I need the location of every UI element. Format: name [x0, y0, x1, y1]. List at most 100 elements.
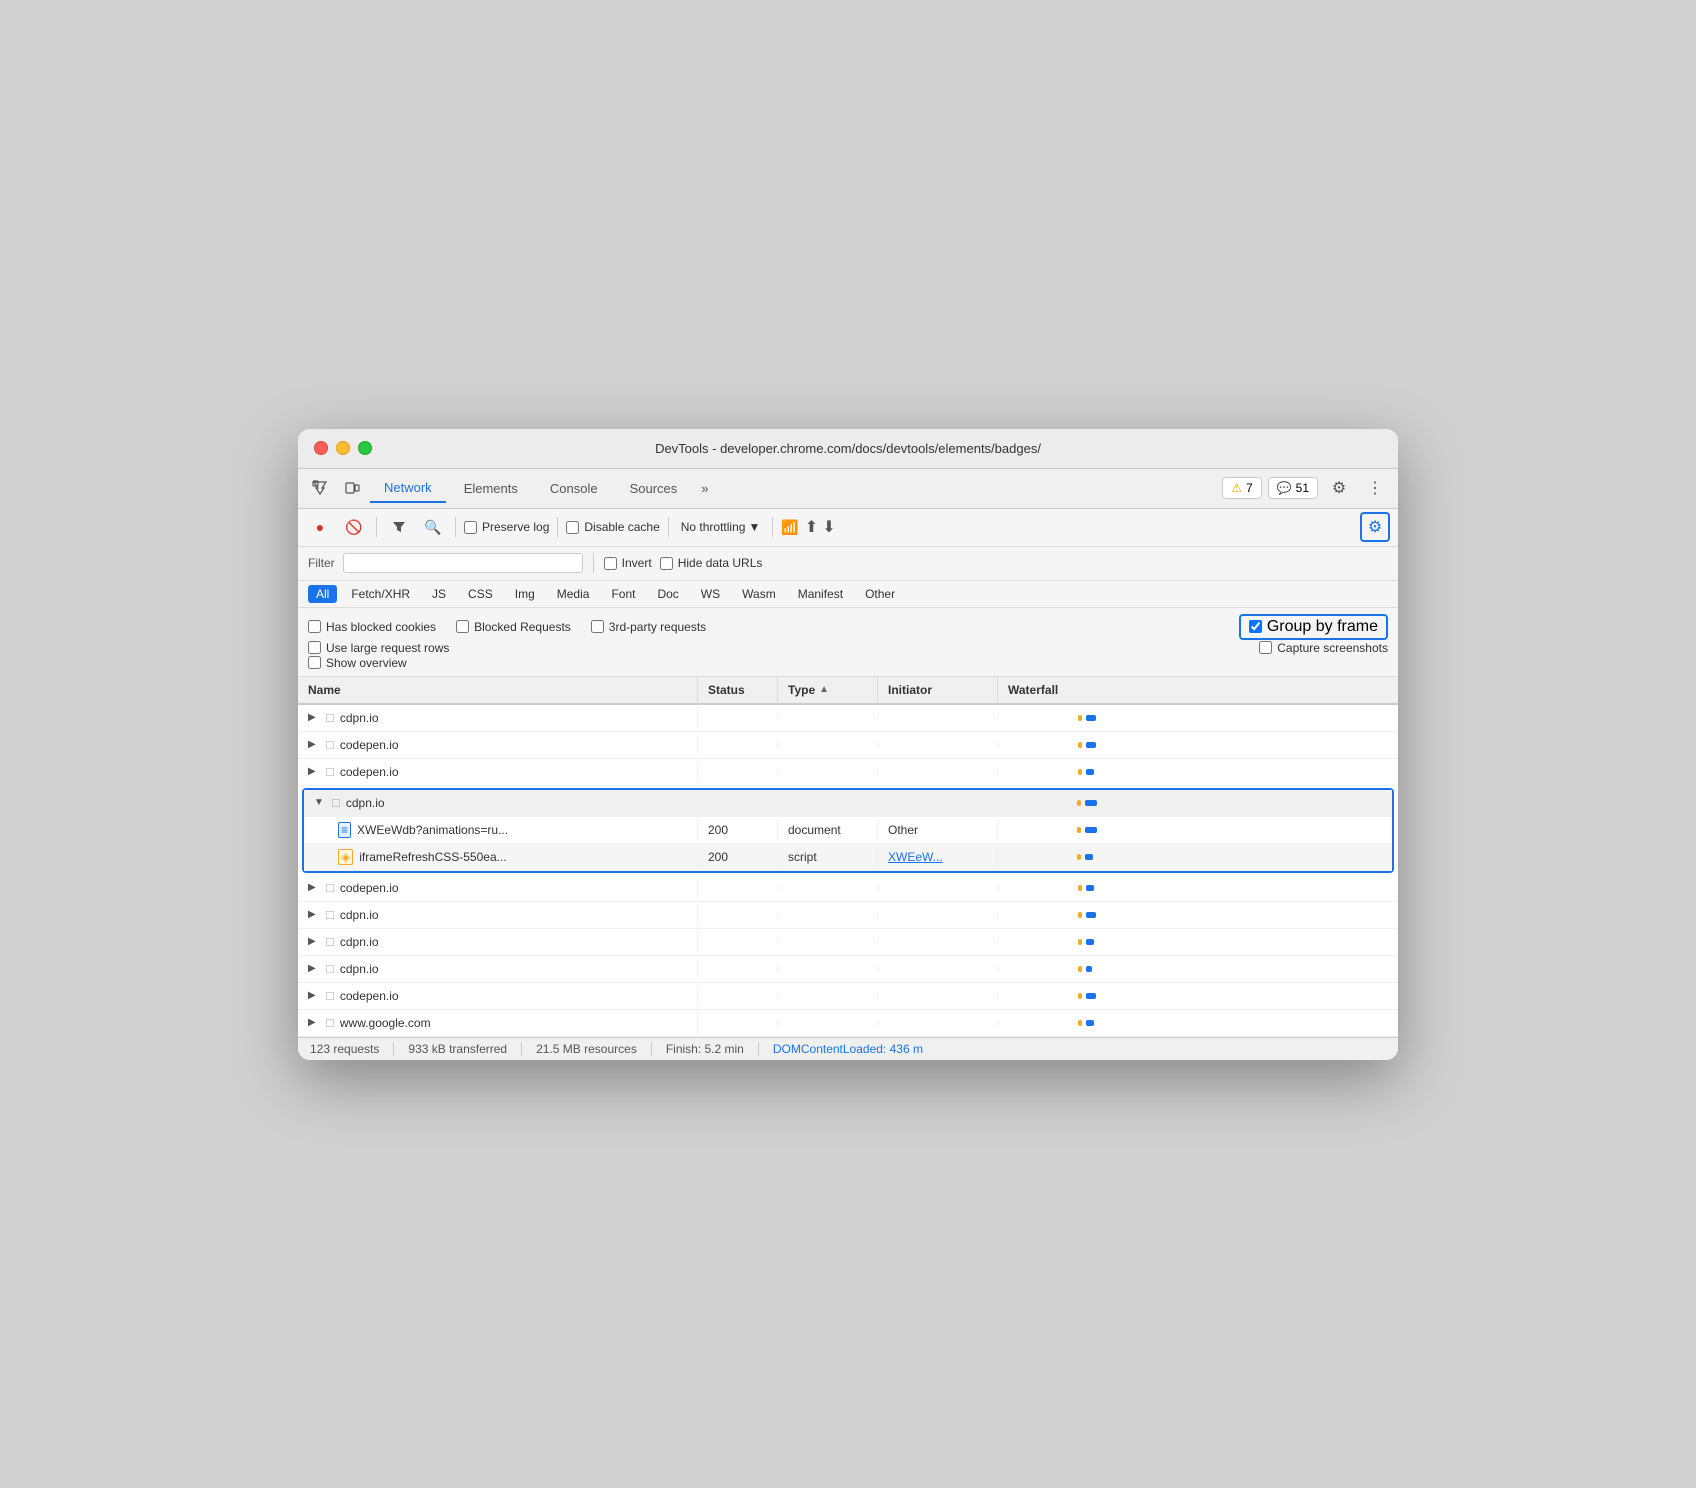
tab-network[interactable]: Network — [370, 474, 446, 503]
network-toolbar: ● 🚫 🔍 Preserve log Disable cache No thro… — [298, 509, 1398, 547]
expand-icon[interactable]: ▶ — [308, 936, 320, 947]
disable-cache-label[interactable]: Disable cache — [566, 520, 659, 534]
filter-type-other[interactable]: Other — [857, 585, 903, 603]
throttle-arrow: ▼ — [748, 520, 760, 534]
blocked-requests-checkbox[interactable] — [456, 620, 469, 633]
cell-type: document — [778, 820, 878, 840]
table-row[interactable]: ▶ □ codepen.io — [298, 759, 1398, 786]
options-right-2: Capture screenshots — [1259, 641, 1388, 655]
warning-badge[interactable]: ⚠ 7 — [1222, 477, 1261, 499]
filter-type-wasm[interactable]: Wasm — [734, 585, 784, 603]
blocked-requests-text: Blocked Requests — [474, 620, 571, 634]
table-row[interactable]: ▶ □ www.google.com — [298, 1010, 1398, 1037]
expand-icon[interactable]: ▶ — [308, 766, 320, 777]
throttle-select[interactable]: No throttling ▼ — [677, 518, 765, 536]
capture-screenshots-label[interactable]: Capture screenshots — [1259, 641, 1388, 655]
tab-elements[interactable]: Elements — [450, 475, 532, 502]
expand-icon[interactable]: ▶ — [308, 882, 320, 893]
expand-icon[interactable]: ▶ — [308, 1017, 320, 1028]
tabs-right: ⚠ 7 💬 51 ⚙ ⋮ — [1222, 473, 1390, 503]
header-waterfall[interactable]: Waterfall — [998, 677, 1398, 703]
hide-data-urls-checkbox[interactable] — [660, 557, 673, 570]
has-blocked-cookies-label[interactable]: Has blocked cookies — [308, 620, 436, 634]
third-party-label[interactable]: 3rd-party requests — [591, 620, 706, 634]
device-toolbar-icon[interactable] — [338, 474, 366, 502]
hide-data-urls-label[interactable]: Hide data URLs — [660, 556, 763, 570]
filter-type-font[interactable]: Font — [603, 585, 643, 603]
expand-icon[interactable]: ▶ — [308, 990, 320, 1001]
filter-icon[interactable] — [385, 513, 413, 541]
table-row[interactable]: ▶ □ cdpn.io — [298, 929, 1398, 956]
record-button[interactable]: ● — [306, 513, 334, 541]
has-blocked-cookies-text: Has blocked cookies — [326, 620, 436, 634]
use-large-rows-checkbox[interactable] — [308, 641, 321, 654]
filter-sep — [593, 553, 594, 573]
clear-button[interactable]: 🚫 — [340, 513, 368, 541]
blocked-requests-label[interactable]: Blocked Requests — [456, 620, 571, 634]
has-blocked-cookies-checkbox[interactable] — [308, 620, 321, 633]
close-button[interactable] — [314, 441, 328, 455]
table-row[interactable]: ◈ iframeRefreshCSS-550ea... 200 script X… — [304, 844, 1392, 871]
filter-type-manifest[interactable]: Manifest — [790, 585, 851, 603]
filter-type-all[interactable]: All — [308, 585, 337, 603]
separator — [376, 517, 377, 537]
capture-screenshots-text: Capture screenshots — [1277, 641, 1388, 655]
filter-type-media[interactable]: Media — [549, 585, 598, 603]
expand-icon[interactable]: ▶ — [308, 739, 320, 750]
throttle-label: No throttling — [681, 520, 746, 534]
filter-type-css[interactable]: CSS — [460, 585, 501, 603]
message-badge[interactable]: 💬 51 — [1268, 477, 1318, 499]
show-overview-checkbox[interactable] — [308, 656, 321, 669]
cell-name: ▶ □ www.google.com — [298, 1012, 698, 1033]
table-row[interactable]: ▶ □ cdpn.io — [298, 956, 1398, 983]
filter-input[interactable] — [343, 553, 583, 573]
network-settings-button[interactable]: ⚙ — [1360, 512, 1390, 542]
header-type[interactable]: Type ▲ — [778, 677, 878, 703]
expand-icon[interactable]: ▶ — [308, 712, 320, 723]
table-row[interactable]: ▶ □ codepen.io — [298, 732, 1398, 759]
settings-icon[interactable]: ⚙ — [1324, 473, 1354, 503]
disable-cache-checkbox[interactable] — [566, 521, 579, 534]
header-name[interactable]: Name — [298, 677, 698, 703]
table-row[interactable]: ▶ □ codepen.io — [298, 983, 1398, 1010]
table-row[interactable]: ▶ □ codepen.io — [298, 875, 1398, 902]
tab-sources[interactable]: Sources — [616, 475, 692, 502]
table-row[interactable]: ▶ □ cdpn.io — [298, 705, 1398, 732]
folder-icon: □ — [326, 961, 334, 976]
upload-icon[interactable]: ⬆ — [805, 517, 818, 537]
inspect-element-icon[interactable] — [306, 474, 334, 502]
third-party-checkbox[interactable] — [591, 620, 604, 633]
expand-icon[interactable]: ▶ — [308, 963, 320, 974]
table-row[interactable]: ▶ □ cdpn.io — [298, 902, 1398, 929]
filter-type-ws[interactable]: WS — [693, 585, 728, 603]
separator2 — [455, 517, 456, 537]
expand-icon[interactable]: ▼ — [314, 797, 326, 808]
header-status[interactable]: Status — [698, 677, 778, 703]
table-row[interactable]: ≡ XWEeWdb?animations=ru... 200 document … — [304, 817, 1392, 844]
invert-checkbox[interactable] — [604, 557, 617, 570]
more-options-icon[interactable]: ⋮ — [1360, 473, 1390, 503]
filter-type-fetchxhr[interactable]: Fetch/XHR — [343, 585, 418, 603]
maximize-button[interactable] — [358, 441, 372, 455]
filter-type-js[interactable]: JS — [424, 585, 454, 603]
more-tabs-icon[interactable]: » — [695, 477, 714, 500]
minimize-button[interactable] — [336, 441, 350, 455]
tab-console[interactable]: Console — [536, 475, 612, 502]
filter-type-doc[interactable]: Doc — [649, 585, 686, 603]
search-icon[interactable]: 🔍 — [419, 513, 447, 541]
expand-icon[interactable]: ▶ — [308, 909, 320, 920]
disable-cache-text: Disable cache — [584, 520, 659, 534]
filter-type-img[interactable]: Img — [507, 585, 543, 603]
capture-screenshots-checkbox[interactable] — [1259, 641, 1272, 654]
preserve-log-label[interactable]: Preserve log — [464, 520, 549, 534]
use-large-rows-label[interactable]: Use large request rows — [308, 641, 449, 655]
table-row[interactable]: ▼ □ cdpn.io — [304, 790, 1392, 817]
initiator-link[interactable]: XWEeW... — [888, 850, 943, 864]
show-overview-label[interactable]: Show overview — [308, 656, 407, 670]
download-icon[interactable]: ⬇ — [822, 517, 835, 537]
header-initiator[interactable]: Initiator — [878, 677, 998, 703]
invert-label[interactable]: Invert — [604, 556, 652, 570]
group-by-frame-checkbox[interactable] — [1249, 620, 1262, 633]
preserve-log-checkbox[interactable] — [464, 521, 477, 534]
requests-count: 123 requests — [310, 1042, 394, 1056]
